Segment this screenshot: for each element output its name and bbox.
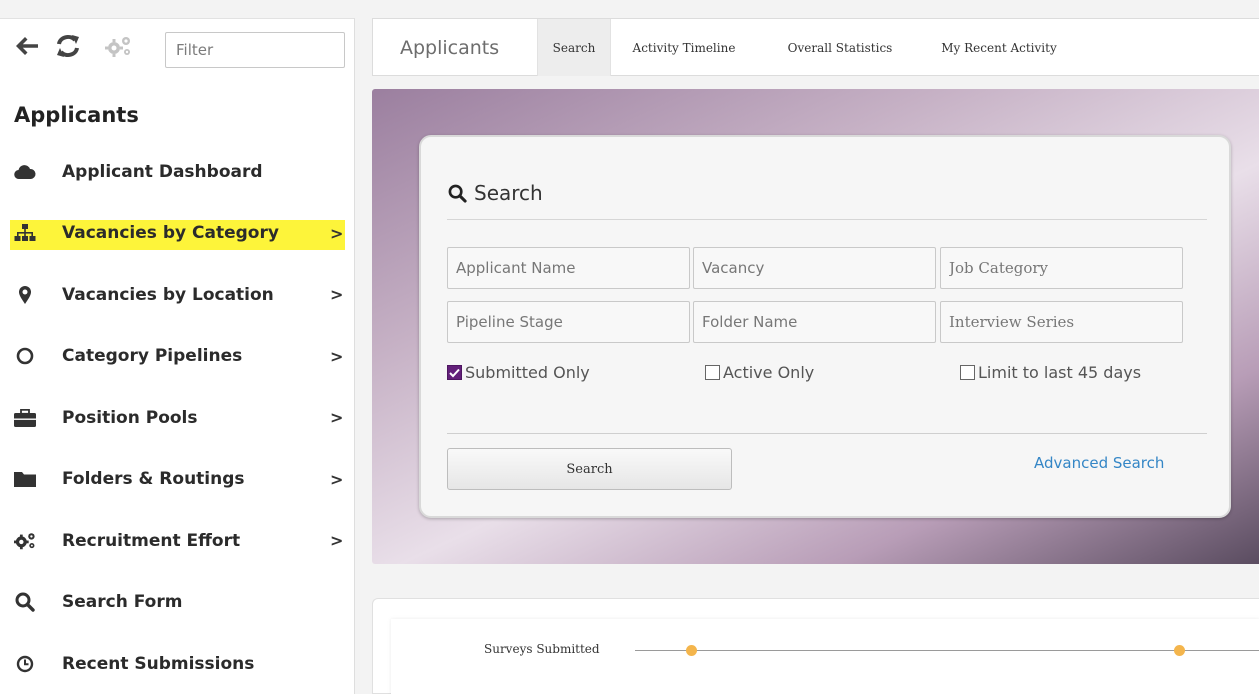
top-navbar: Applicants Search Activity Timeline Over… xyxy=(372,18,1259,76)
search-button[interactable]: Search xyxy=(447,448,732,490)
sidebar-item-position-pools[interactable]: Position Pools > xyxy=(0,387,355,449)
sidebar-item-label: Folders & Routings xyxy=(62,469,245,490)
pipeline-stage-input[interactable] xyxy=(447,301,690,343)
sidebar-item-vacancies-by-category[interactable]: Vacancies by Category > xyxy=(0,203,355,265)
tab-my-recent-activity[interactable]: My Recent Activity xyxy=(926,19,1072,76)
limit-45-days-checkbox[interactable]: Limit to last 45 days xyxy=(960,363,1141,382)
gears-icon xyxy=(14,530,36,552)
chevron-right-icon: > xyxy=(330,285,344,305)
sidebar-item-label: Vacancies by Location xyxy=(62,284,274,305)
filter-input[interactable] xyxy=(165,32,345,68)
map-marker-icon xyxy=(14,284,36,306)
active-only-checkbox[interactable]: Active Only xyxy=(705,363,814,382)
timeline-panel: Surveys Submitted xyxy=(372,598,1259,694)
divider xyxy=(447,219,1207,220)
active-only-label: Active Only xyxy=(723,363,815,382)
timeline-inner xyxy=(391,619,1259,694)
vacancy-input[interactable] xyxy=(693,247,936,289)
circle-icon xyxy=(14,345,36,367)
tab-activity-timeline[interactable]: Activity Timeline xyxy=(629,19,739,76)
arrow-left-icon[interactable] xyxy=(12,31,42,61)
chevron-right-icon: > xyxy=(330,408,344,428)
sidebar-item-search-form[interactable]: Search Form xyxy=(0,572,355,634)
checkbox-checked[interactable] xyxy=(447,365,462,380)
cloud-icon xyxy=(14,161,36,183)
sidebar-item-label: Applicant Dashboard xyxy=(62,161,263,182)
sidebar-item-label: Recent Submissions xyxy=(62,653,255,674)
search-card: Search Submitted Only Active Only Limit … xyxy=(419,135,1231,518)
chevron-right-icon: > xyxy=(330,223,344,243)
folder-name-input[interactable] xyxy=(693,301,936,343)
search-hero: Search Submitted Only Active Only Limit … xyxy=(372,89,1259,564)
search-icon xyxy=(448,184,467,203)
advanced-search-link[interactable]: Advanced Search xyxy=(1034,454,1164,472)
refresh-icon[interactable] xyxy=(53,31,83,61)
folder-icon xyxy=(14,468,36,490)
tab-search[interactable]: Search xyxy=(537,19,611,76)
clock-icon xyxy=(14,653,36,675)
tab-overall-statistics[interactable]: Overall Statistics xyxy=(780,19,900,76)
search-icon xyxy=(14,591,36,613)
sidebar-item-category-pipelines[interactable]: Category Pipelines > xyxy=(0,326,355,388)
sidebar-item-label: Recruitment Effort xyxy=(62,530,241,551)
divider xyxy=(447,433,1207,434)
sidebar-item-label: Vacancies by Category xyxy=(62,223,279,244)
search-card-title-text: Search xyxy=(474,181,543,205)
sitemap-icon xyxy=(14,222,36,244)
sidebar-toolbar xyxy=(0,19,355,77)
brand-title[interactable]: Applicants xyxy=(400,37,499,59)
chevron-right-icon: > xyxy=(330,531,344,551)
timeline-line xyxy=(635,650,1259,651)
sidebar-nav: Applicant Dashboard Vacancies by Categor… xyxy=(0,141,355,694)
checkbox-unchecked[interactable] xyxy=(705,365,720,380)
chevron-right-icon: > xyxy=(330,346,344,366)
sidebar: Applicants Applicant Dashboard Vacancies… xyxy=(0,18,355,694)
sidebar-item-folders-routings[interactable]: Folders & Routings > xyxy=(0,449,355,511)
sidebar-item-label: Search Form xyxy=(62,592,183,613)
sidebar-heading: Applicants xyxy=(14,103,139,127)
timeline-dot[interactable] xyxy=(1174,645,1185,656)
briefcase-icon xyxy=(14,407,36,429)
submitted-only-label: Submitted Only xyxy=(465,363,590,382)
sidebar-item-label: Position Pools xyxy=(62,407,198,428)
timeline-label: Surveys Submitted xyxy=(484,642,600,656)
sidebar-item-applicant-dashboard[interactable]: Applicant Dashboard xyxy=(0,141,355,203)
chevron-right-icon: > xyxy=(330,469,344,489)
gears-icon[interactable] xyxy=(104,31,134,61)
checkbox-unchecked[interactable] xyxy=(960,365,975,380)
search-card-title: Search xyxy=(448,181,543,205)
sidebar-item-vacancies-by-location[interactable]: Vacancies by Location > xyxy=(0,264,355,326)
timeline-dot[interactable] xyxy=(686,645,697,656)
submitted-only-checkbox[interactable]: Submitted Only xyxy=(447,363,590,382)
job-category-input[interactable] xyxy=(940,247,1183,289)
sidebar-item-recruitment-effort[interactable]: Recruitment Effort > xyxy=(0,510,355,572)
sidebar-item-label: Category Pipelines xyxy=(62,346,243,367)
interview-series-input[interactable] xyxy=(940,301,1183,343)
limit-45-days-label: Limit to last 45 days xyxy=(978,363,1142,382)
sidebar-item-recent-submissions[interactable]: Recent Submissions xyxy=(0,633,355,694)
applicant-name-input[interactable] xyxy=(447,247,690,289)
